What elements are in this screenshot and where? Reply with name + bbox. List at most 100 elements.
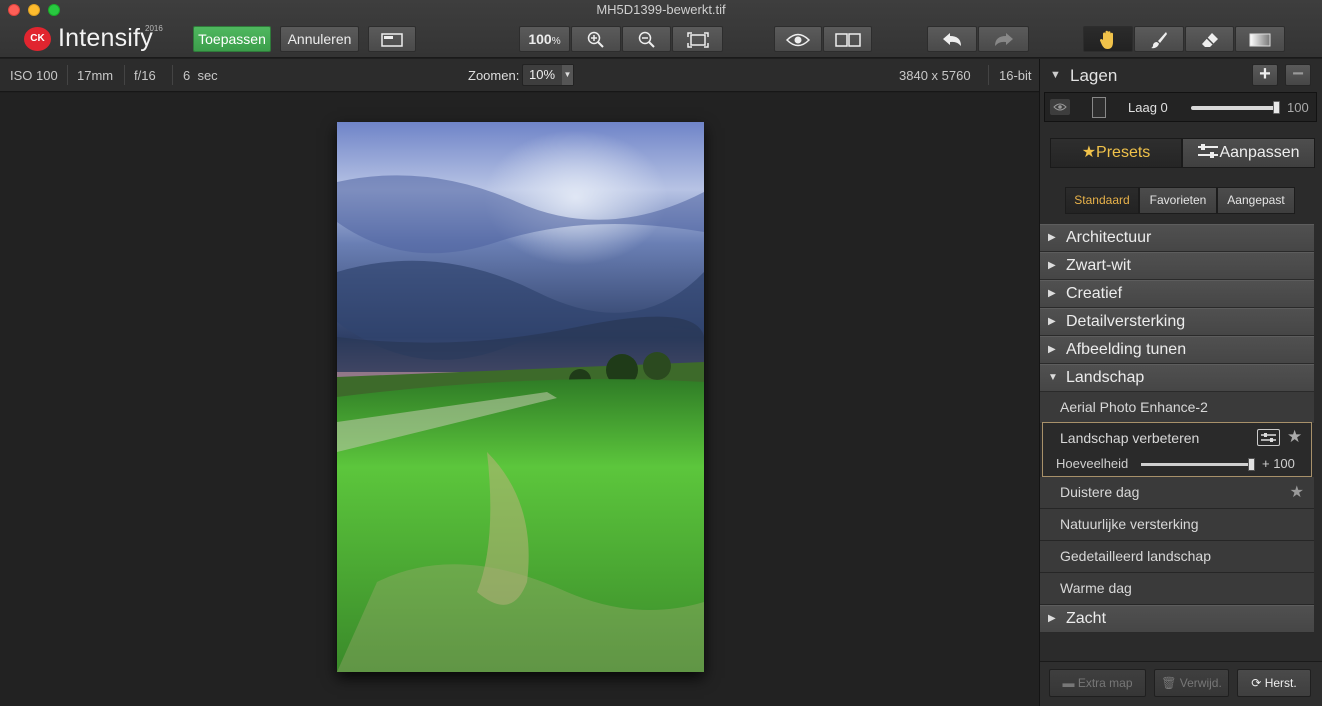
subtab-custom[interactable]: Aangepast <box>1217 187 1295 214</box>
tab-adjust-label: Aanpassen <box>1219 144 1300 161</box>
category-label: Afbeelding tunen <box>1066 341 1187 358</box>
extra-folder-button[interactable]: ▬ Extra map <box>1049 669 1146 697</box>
panel-footer: ▬ Extra map 🗑 Verwijd. ⟳ Herst. <box>1040 661 1322 706</box>
hand-tool-button[interactable] <box>1083 26 1133 52</box>
preset-subtabs: Standaard Favorieten Aangepast <box>1065 187 1295 214</box>
eraser-tool-button[interactable] <box>1185 26 1234 52</box>
category-label: Zwart-wit <box>1066 257 1131 274</box>
star-icon: ★ <box>1081 144 1097 161</box>
preset-settings-button[interactable] <box>1257 429 1280 446</box>
category-architectuur[interactable]: ▶ Architectuur <box>1040 224 1314 252</box>
slider-handle[interactable] <box>1248 458 1255 471</box>
layers-header[interactable]: ▼ Lagen + − <box>1040 59 1322 91</box>
expand-triangle-icon: ▶ <box>1048 344 1056 355</box>
category-zacht[interactable]: ▶ Zacht <box>1040 605 1314 633</box>
reset-label: Herst. <box>1264 676 1297 690</box>
expand-triangle-icon: ▶ <box>1048 613 1056 624</box>
favorite-star-icon[interactable]: ★ <box>1290 482 1304 502</box>
slider-handle[interactable] <box>1273 101 1280 114</box>
layer-row[interactable]: Laag 0 100 <box>1044 92 1317 122</box>
subtab-standard[interactable]: Standaard <box>1065 187 1139 214</box>
delete-button[interactable]: 🗑 Verwijd. <box>1154 669 1229 697</box>
expand-triangle-icon: ▶ <box>1048 316 1056 327</box>
amount-value: + 100 <box>1262 456 1295 471</box>
photo-info-bar: ISO 100 17mm f/16 6 sec Zoomen: 10% ▼ 38… <box>0 59 1039 92</box>
right-panel: ▼ Lagen + − Laag 0 100 ★Presets Aanpasse… <box>1039 59 1322 706</box>
category-landschap[interactable]: ▼ Landschap <box>1040 364 1314 392</box>
eye-icon <box>785 34 811 47</box>
amount-slider[interactable] <box>1141 458 1255 471</box>
toolbar: MH5D1399-bewerkt.tif CK Intensify 2016 T… <box>0 0 1322 58</box>
category-detailversterking[interactable]: ▶ Detailversterking <box>1040 308 1314 336</box>
brush-tool-button[interactable] <box>1134 26 1184 52</box>
undo-button[interactable] <box>927 26 977 52</box>
subtab-favorites[interactable]: Favorieten <box>1139 187 1217 214</box>
eraser-icon <box>1201 33 1218 48</box>
layout-toggle-button[interactable] <box>368 26 416 52</box>
layer-visibility-toggle[interactable] <box>1050 99 1070 115</box>
category-afbeelding-tunen[interactable]: ▶ Afbeelding tunen <box>1040 336 1314 364</box>
collapse-triangle-icon[interactable]: ▼ <box>1050 69 1061 81</box>
refresh-icon: ⟳ <box>1251 676 1265 690</box>
tab-presets-label: Presets <box>1096 144 1151 161</box>
zoom-select[interactable]: 10% ▼ <box>522 64 574 86</box>
split-view-icon <box>834 33 861 48</box>
preset-warme-dag[interactable]: Warme dag <box>1040 573 1314 605</box>
redo-button[interactable] <box>978 26 1029 52</box>
trash-icon: 🗑 <box>1161 676 1180 690</box>
redo-icon <box>994 33 1013 47</box>
logo-badge: CK <box>24 27 51 51</box>
category-creatief[interactable]: ▶ Creatief <box>1040 280 1314 308</box>
category-zwart-wit[interactable]: ▶ Zwart-wit <box>1040 252 1314 280</box>
preset-gedetailleerd-landschap[interactable]: Gedetailleerd landschap <box>1040 541 1314 573</box>
info-divider <box>67 65 68 85</box>
extra-folder-label: Extra map <box>1077 676 1133 690</box>
preset-label: Natuurlijke versterking <box>1060 516 1199 532</box>
bit-depth: 16-bit <box>999 68 1032 83</box>
tab-adjust[interactable]: Aanpassen <box>1182 138 1315 168</box>
preset-list: ▶ Architectuur ▶ Zwart-wit ▶ Creatief ▶ Deta… <box>1040 224 1314 656</box>
favorite-star-icon[interactable]: ★ <box>1287 427 1302 447</box>
fit-screen-button[interactable] <box>672 26 723 52</box>
layer-name: Laag 0 <box>1128 100 1168 115</box>
expand-triangle-icon: ▶ <box>1048 288 1056 299</box>
aperture: f/16 <box>134 68 156 83</box>
zoom-100-unit: % <box>551 36 561 47</box>
info-divider <box>124 65 125 85</box>
zoom-select-value: 10% <box>529 67 556 82</box>
app-window: MH5D1399-bewerkt.tif CK Intensify 2016 T… <box>0 0 1322 706</box>
category-label: Detailversterking <box>1066 313 1186 330</box>
image-dimensions: 3840 x 5760 <box>899 68 971 83</box>
collapse-triangle-icon: ▼ <box>1048 372 1058 383</box>
fit-screen-icon <box>686 32 709 49</box>
cancel-button[interactable]: Annuleren <box>280 26 359 52</box>
preview-button[interactable] <box>774 26 822 52</box>
photo-preview[interactable] <box>337 122 704 672</box>
zoom-100-button[interactable]: 100% <box>519 26 570 52</box>
layer-opacity-value: 100 <box>1287 100 1309 115</box>
folder-icon: ▬ <box>1062 676 1078 690</box>
preset-aerial-photo-enhance[interactable]: Aerial Photo Enhance-2 <box>1040 392 1314 424</box>
zoom-out-button[interactable] <box>622 26 671 52</box>
layer-opacity-slider[interactable] <box>1191 101 1280 114</box>
preset-landschap-verbeteren[interactable]: Landschap verbeteren ★ Hoeveelheid + 100 <box>1042 422 1312 477</box>
image-canvas[interactable] <box>0 93 1039 706</box>
info-divider <box>988 65 989 85</box>
preset-duistere-dag[interactable]: Duistere dag ★ <box>1040 477 1314 509</box>
preset-natuurlijke-versterking[interactable]: Natuurlijke versterking <box>1040 509 1314 541</box>
zoom-100-value: 100 <box>528 31 552 47</box>
reset-button[interactable]: ⟳ Herst. <box>1237 669 1311 697</box>
apply-button[interactable]: Toepassen <box>193 26 271 52</box>
add-layer-button[interactable]: + <box>1252 64 1278 86</box>
zoom-in-button[interactable] <box>571 26 621 52</box>
split-view-button[interactable] <box>823 26 872 52</box>
tab-presets[interactable]: ★Presets <box>1050 138 1182 168</box>
remove-layer-button[interactable]: − <box>1285 64 1311 86</box>
gradient-tool-button[interactable] <box>1235 26 1285 52</box>
expand-triangle-icon: ▶ <box>1048 232 1056 243</box>
category-label: Zacht <box>1066 610 1107 627</box>
landscape-photo <box>337 122 704 672</box>
info-divider <box>172 65 173 85</box>
focal-length: 17mm <box>77 68 114 83</box>
panel-tabs: ★Presets Aanpassen <box>1050 138 1315 168</box>
